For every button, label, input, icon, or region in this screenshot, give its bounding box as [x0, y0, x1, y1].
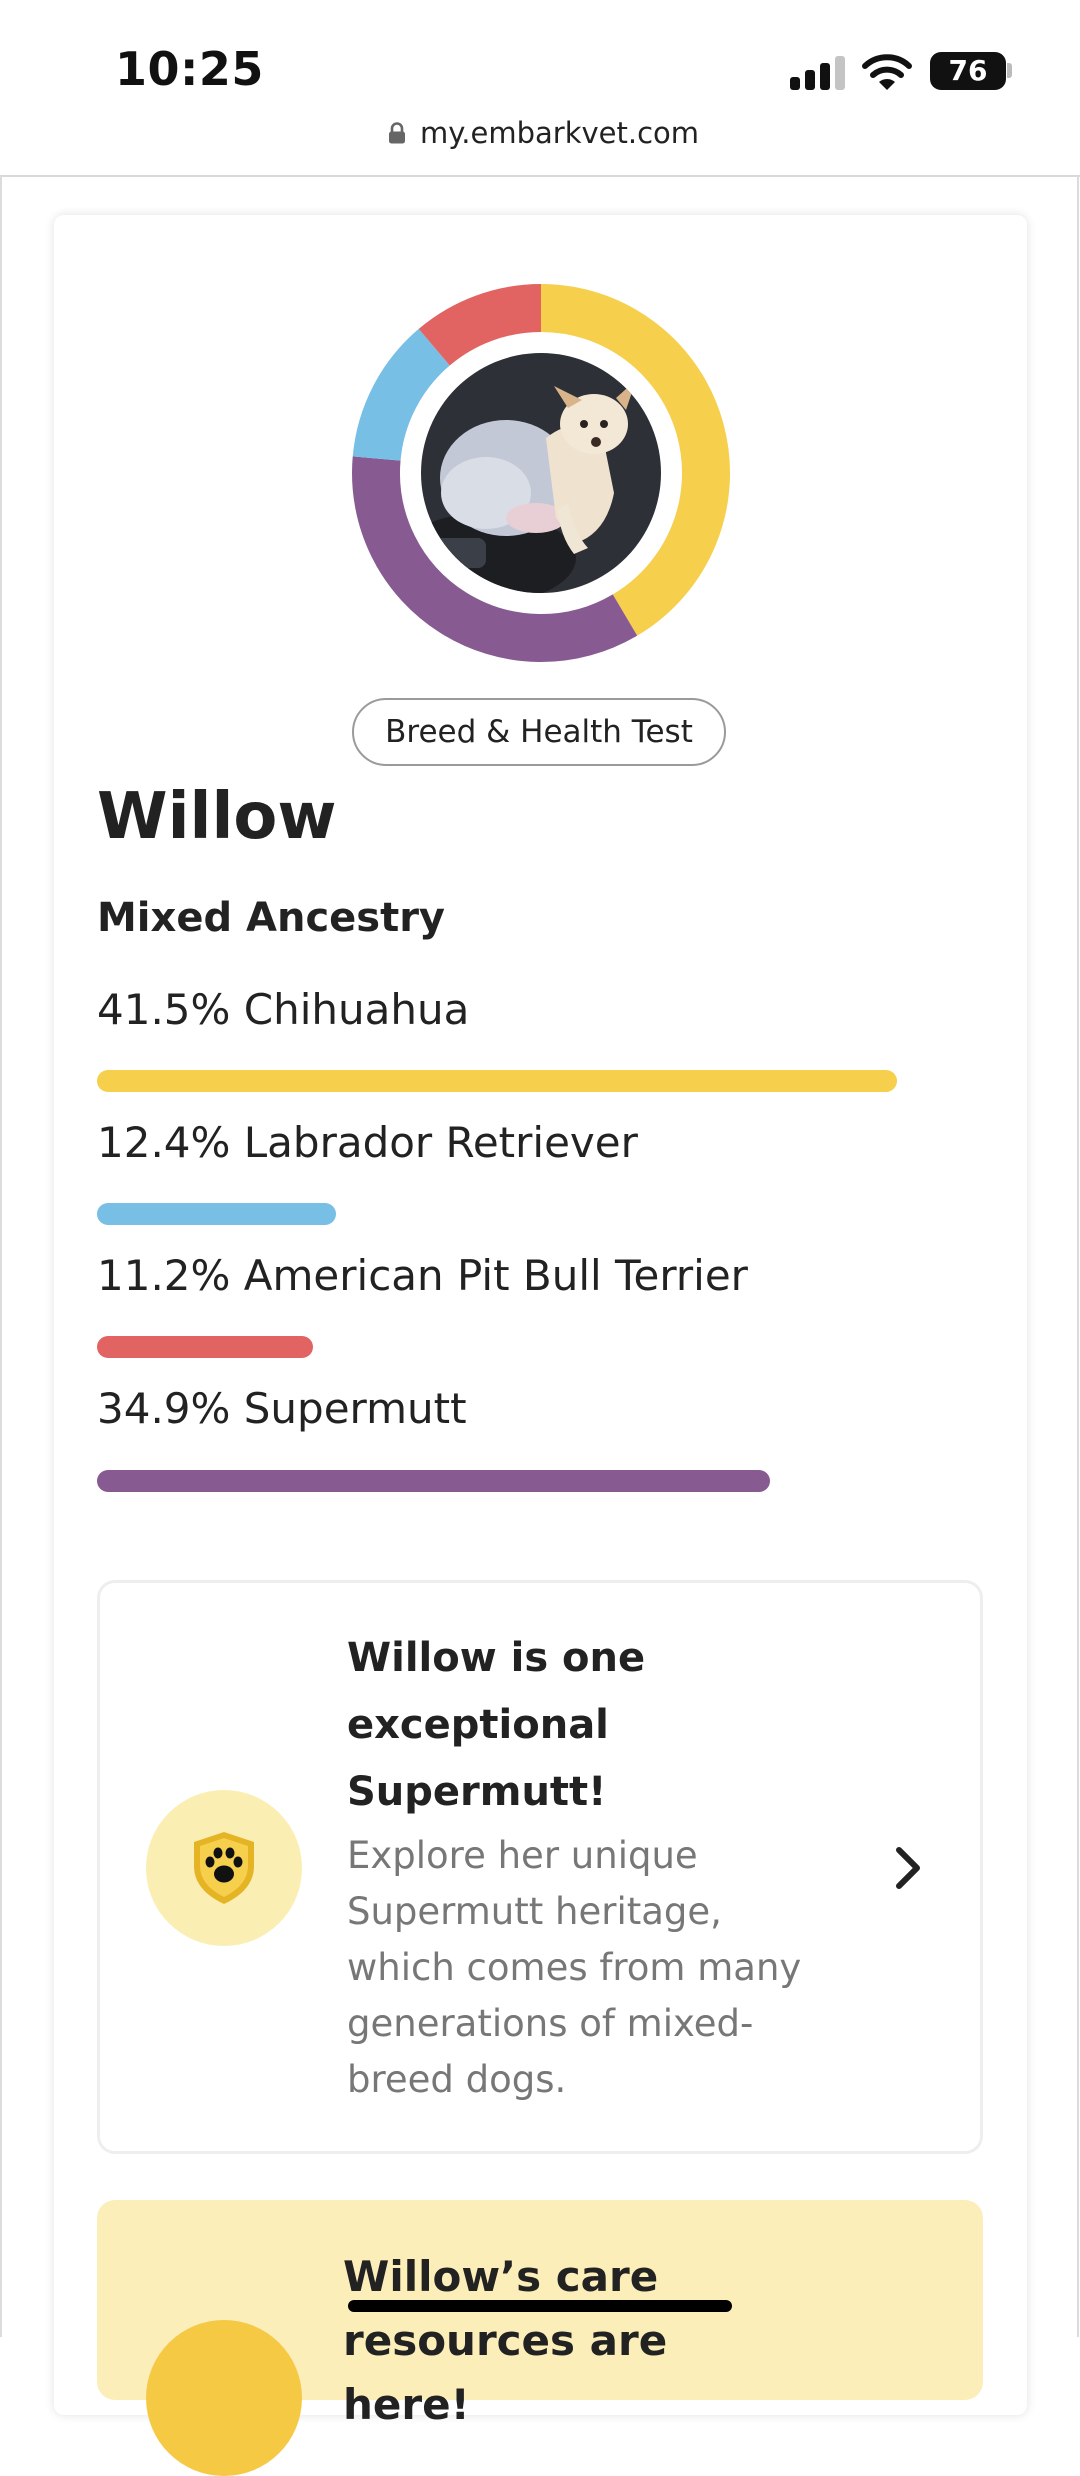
ancestry-title: Mixed Ancestry [97, 895, 446, 941]
breed-label-chihuahua: 41.5% Chihuahua [97, 985, 470, 1034]
breed-label-supermutt: 34.9% Supermutt [97, 1384, 467, 1433]
status-bar: 10:25 76 [0, 0, 1080, 120]
breed-bar-labrador [97, 1203, 337, 1225]
battery-icon: 76 [930, 52, 1006, 90]
cellular-signal-icon [790, 56, 846, 90]
supermutt-description: Explore her unique Supermutt heritage, w… [347, 1834, 802, 2101]
paw-shield-icon [194, 1832, 254, 1904]
breed-bar-supermutt [97, 1470, 770, 1492]
breed-bar-chihuahua [97, 1070, 897, 1092]
url-text[interactable]: my.embarkvet.com [420, 116, 699, 150]
care-resources-icon [146, 2320, 302, 2476]
breed-health-test-tag: Breed & Health Test [352, 698, 726, 766]
breed-label-labrador: 12.4% Labrador Retriever [97, 1118, 638, 1167]
wifi-icon [862, 54, 912, 90]
battery-tip [1007, 63, 1012, 78]
browser-url-bar[interactable]: my.embarkvet.com [0, 110, 1080, 174]
page-frame-right [1077, 176, 1079, 2337]
breed-bar-pit-bull [97, 1336, 313, 1358]
lock-icon [389, 122, 405, 144]
dog-name: Willow [97, 780, 337, 854]
chevron-right-icon[interactable] [893, 1845, 923, 1891]
toolbar-divider [0, 175, 1080, 177]
status-time: 10:25 [115, 42, 264, 96]
breed-label-pit-bull: 11.2% American Pit Bull Terrier [97, 1251, 748, 1300]
battery-level: 76 [948, 54, 988, 87]
page-frame-left [0, 176, 2, 2337]
care-resources-title: Willow’s care resources are here! [343, 2252, 668, 2429]
donut-segment [418, 284, 542, 366]
dog-photo [421, 353, 661, 593]
ancestry-donut-chart [352, 284, 730, 662]
supermutt-title: Willow is one exceptional Supermutt! [347, 1635, 646, 1815]
home-indicator [348, 2300, 732, 2312]
